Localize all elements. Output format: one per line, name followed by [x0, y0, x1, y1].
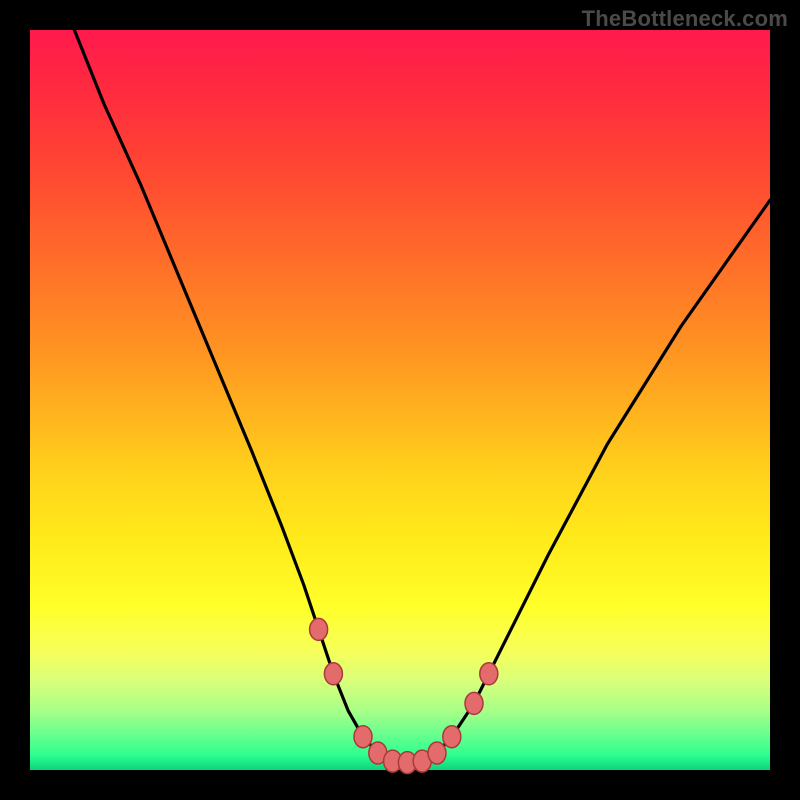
curve-marker [310, 618, 328, 640]
v-curve-path [74, 30, 770, 763]
curve-marker [443, 726, 461, 748]
watermark-text: TheBottleneck.com [582, 6, 788, 32]
chart-svg [30, 30, 770, 770]
curve-marker [428, 742, 446, 764]
curve-marker [354, 726, 372, 748]
marker-group [310, 618, 498, 773]
curve-marker [324, 663, 342, 685]
curve-marker [465, 692, 483, 714]
chart-frame: TheBottleneck.com [0, 0, 800, 800]
curve-marker [480, 663, 498, 685]
chart-plot-area [30, 30, 770, 770]
